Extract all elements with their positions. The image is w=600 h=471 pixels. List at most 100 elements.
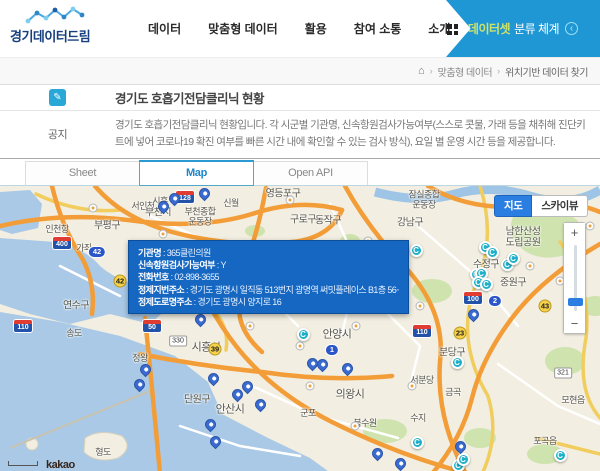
national-route-badge: 43: [539, 299, 552, 312]
map-type-button[interactable]: 지도: [494, 195, 532, 217]
clinic-circle-marker[interactable]: C: [410, 244, 423, 257]
logo-chart-icon: [24, 6, 92, 26]
tab-sheet[interactable]: Sheet: [25, 161, 140, 185]
expressway-shield: 110: [14, 320, 32, 332]
banner-highlight-text: 데이터셋: [468, 20, 510, 37]
national-route-badge: 39: [209, 342, 222, 355]
map-place-label: 안양시: [323, 328, 352, 341]
logo-text: 경기데이터드림: [10, 26, 92, 45]
notice-label: 공지: [0, 117, 115, 152]
infowindow-row: 신속항원검사가능여부 : Y: [138, 259, 399, 271]
banner-rest-text: 분류 체계: [514, 20, 559, 37]
map-place-label: 송도: [66, 327, 82, 337]
map-infowindow: 기관명 : 365클린의원신속항원검사가능여부 : Y전화번호 : 02-898…: [128, 240, 409, 314]
breadcrumb-separator: ›: [430, 66, 433, 76]
chevron-left-circle-icon: ‹: [565, 22, 578, 35]
nav-item[interactable]: 참여 소통: [354, 20, 402, 37]
interchange-icon: [89, 203, 98, 212]
zoom-slider-handle[interactable]: [568, 298, 583, 306]
interchange-icon: [351, 421, 360, 430]
document-edit-icon: ✎: [49, 89, 66, 106]
interchange-icon: [352, 321, 361, 330]
home-icon[interactable]: ⌂: [418, 65, 425, 77]
national-route-badge: 42: [114, 274, 127, 287]
interchange-icon: [296, 341, 305, 350]
skyview-type-button[interactable]: 스카이뷰: [532, 195, 588, 217]
map-place-label: 중원구: [500, 277, 526, 289]
infowindow-row: 정제도로명주소 : 경기도 광명시 양지로 16: [138, 296, 399, 308]
site-header: 경기데이터드림 데이터맞춤형 데이터활용참여 소통소개 데이터셋 분류 체계 ‹: [0, 0, 600, 57]
breadcrumb-item[interactable]: 맞춤형 데이터: [438, 64, 492, 79]
shield-number: 100: [464, 296, 482, 304]
clinic-circle-marker[interactable]: C: [411, 436, 424, 449]
breadcrumb-item[interactable]: 위치기반 데이터 찾기: [505, 64, 588, 79]
local-route-badge: 330: [169, 335, 187, 346]
expressway-shield: 50: [143, 320, 161, 332]
map-place-label: 영등포구: [266, 188, 301, 200]
map-place-label: 잠실종합 운동장: [408, 189, 439, 210]
tab-map[interactable]: Map: [139, 160, 254, 186]
interchange-icon: [246, 321, 255, 330]
map-place-label: 정왕: [132, 352, 148, 362]
map-place-label: 신월: [223, 197, 239, 207]
zoom-out-button[interactable]: −: [564, 314, 585, 333]
map-place-label: 부평구: [94, 220, 120, 232]
map-place-label: 연수구: [63, 300, 89, 312]
map-place-label: 수지: [410, 412, 426, 422]
map-place-label: 금곡: [445, 386, 461, 396]
breadcrumb: ⌂ › 맞춤형 데이터 › 위치기반 데이터 찾기: [418, 64, 588, 79]
nav-item[interactable]: 맞춤형 데이터: [208, 20, 278, 37]
map-place-label: 군포: [300, 407, 316, 417]
map-place-label: 안산시: [216, 403, 245, 416]
map-place-label: 단원구: [184, 394, 210, 406]
map-place-label: 형도: [95, 446, 111, 456]
map-place-label: 구로구: [290, 214, 316, 226]
route-badge: 2: [488, 295, 502, 307]
map-place-label: 의왕시: [336, 388, 365, 401]
nav-item[interactable]: 활용: [305, 20, 327, 37]
clinic-circle-marker[interactable]: C: [451, 356, 464, 369]
kakao-logo: kakao: [46, 459, 75, 471]
zoom-control: + −: [563, 222, 586, 334]
clinic-circle-marker[interactable]: C: [297, 328, 310, 341]
zoom-slider[interactable]: [564, 242, 585, 314]
main-nav: 데이터맞춤형 데이터활용참여 소통소개: [148, 0, 450, 57]
map-place-label: 강남구: [397, 217, 423, 229]
map-place-label: 인천항: [45, 223, 68, 233]
nav-item[interactable]: 데이터: [148, 20, 181, 37]
clinic-circle-marker[interactable]: C: [480, 278, 493, 291]
interchange-icon: [286, 195, 295, 204]
clinic-circle-marker[interactable]: C: [507, 252, 520, 265]
dataset-header-section: ✎ 경기도 호흡기전담클리닉 현황 공지 경기도 호흡기전담클리닉 현황입니다.…: [0, 85, 600, 159]
infowindow-row: 기관명 : 365클린의원: [138, 247, 399, 259]
shield-number: 110: [14, 324, 32, 332]
maptype-control: 지도 스카이뷰: [494, 195, 588, 217]
shield-number: 50: [143, 324, 161, 332]
menu-grid-icon[interactable]: [447, 24, 458, 35]
map-place-label: 모현읍: [561, 394, 584, 404]
map-place-label: 남한산성 도립공원: [506, 226, 541, 249]
zoom-in-button[interactable]: +: [564, 223, 585, 242]
site-logo[interactable]: 경기데이터드림: [10, 6, 92, 45]
tab-open-api[interactable]: Open API: [253, 161, 368, 185]
clinic-circle-marker[interactable]: C: [457, 453, 470, 466]
breadcrumb-bar: ⌂ › 맞춤형 데이터 › 위치기반 데이터 찾기: [0, 57, 600, 85]
map-canvas[interactable]: 인천광역시부평구서인천인천항가좌연수구송도시흥시흥시정왕단원구안산시형도안양시의…: [0, 186, 600, 471]
notice-row: 공지 경기도 호흡기전담클리닉 현황입니다. 각 시군별 기관명, 신속항원검사…: [0, 111, 600, 158]
title-icon-cell: ✎: [0, 89, 115, 106]
shield-number: 400: [53, 241, 71, 249]
dataset-classification-banner[interactable]: 데이터셋 분류 체계 ‹: [446, 0, 600, 57]
shield-number: 110: [413, 329, 431, 337]
clinic-circle-marker[interactable]: C: [486, 246, 499, 259]
infowindow-row: 전화번호 : 02-898-3655: [138, 271, 399, 283]
expressway-shield: 110: [413, 325, 431, 337]
map-place-label: 포곡읍: [533, 435, 556, 445]
notice-text: 경기도 호흡기전담클리닉 현황입니다. 각 시군별 기관명, 신속항원검사가능여…: [115, 117, 600, 152]
clinic-circle-marker[interactable]: C: [554, 449, 567, 462]
breadcrumb-separator: ›: [497, 66, 500, 76]
interchange-icon: [526, 261, 535, 270]
tab-bar: SheetMapOpen API: [0, 159, 600, 186]
map-place-label: 동작구: [315, 215, 341, 227]
interchange-icon: [306, 381, 315, 390]
route-badge: 1: [325, 344, 339, 356]
